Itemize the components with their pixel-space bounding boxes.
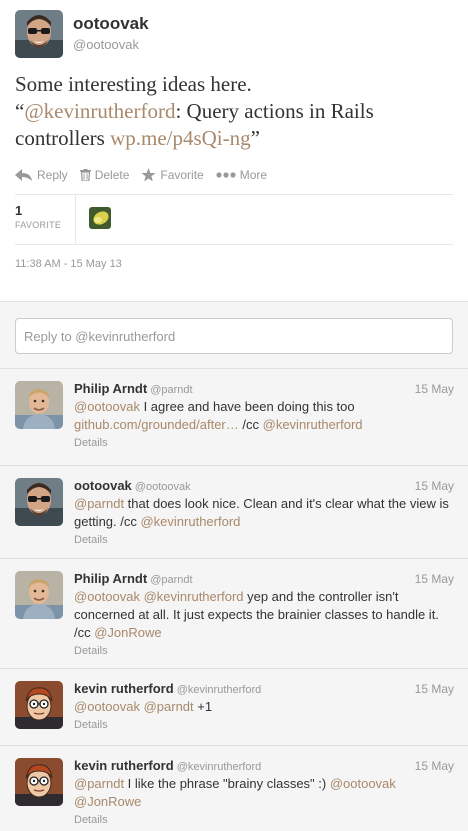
reply-label: Reply <box>37 168 68 182</box>
url-link[interactable]: github.com/grounded/after… <box>74 417 239 432</box>
reply-date[interactable]: 15 May <box>415 572 454 586</box>
favoriter-avatar[interactable] <box>89 207 111 229</box>
mention-link[interactable]: @parndt <box>74 776 124 791</box>
reply-text: @ootoovak I agree and have been doing th… <box>74 398 454 451</box>
mention-link[interactable]: @kevinrutherford <box>140 514 240 529</box>
tweet-mention-link[interactable]: @kevinrutherford <box>24 99 175 123</box>
details-link[interactable]: Details <box>74 532 454 548</box>
reply-tweet[interactable]: kevin rutherford @kevinrutherford 15 May … <box>0 668 468 745</box>
favorites-count[interactable]: 1 <box>15 203 22 218</box>
reply-button[interactable]: Reply <box>15 168 68 182</box>
delete-label: Delete <box>94 168 130 182</box>
favorite-label: Favorite <box>160 168 204 182</box>
details-link[interactable]: Details <box>74 643 454 659</box>
reply-author[interactable]: Philip Arndt @parndt <box>74 381 193 396</box>
reply-date[interactable]: 15 May <box>415 382 454 396</box>
reply-tweet[interactable]: Philip Arndt @parndt 15 May @ootoovak @ke… <box>0 558 468 668</box>
trash-icon <box>79 169 91 181</box>
tweet-actions: Reply Delete Favorite More <box>15 165 279 185</box>
reply-author-name[interactable]: Philip Arndt <box>74 381 147 396</box>
tweet-url-link[interactable]: wp.me/p4sQi-ng <box>110 126 251 150</box>
reply-tweet[interactable]: ootoovak @ootoovak 15 May @parndt that do… <box>0 465 468 558</box>
reply-text: @parndt I like the phrase "brainy classe… <box>74 775 454 828</box>
main-tweet: ootoovak @ootoovak Some interesting idea… <box>0 0 468 301</box>
mention-link[interactable]: @JonRowe <box>74 794 141 809</box>
details-link[interactable]: Details <box>74 812 454 828</box>
reply-author-name[interactable]: ootoovak <box>74 478 132 493</box>
reply-author-name[interactable]: Philip Arndt <box>74 571 147 586</box>
tweet-timestamp[interactable]: 11:38 AM - 15 May 13 <box>15 258 122 270</box>
reply-author-handle[interactable]: @ootoovak <box>135 481 191 493</box>
ootoovak-avatar[interactable] <box>15 478 63 526</box>
reply-text: @parndt that does look nice. Clean and i… <box>74 495 454 548</box>
replies-section: Philip Arndt@parndt 15 May @ootoovak I a… <box>0 301 468 831</box>
ootoovak-avatar[interactable] <box>15 10 63 58</box>
tweet-quote-open: “ <box>15 99 25 123</box>
kevin-avatar[interactable] <box>15 681 63 729</box>
reply-icon <box>15 169 32 181</box>
details-link[interactable]: Details <box>74 717 454 733</box>
kevin-avatar[interactable] <box>15 758 63 806</box>
reply-tweet[interactable]: kevin rutherford @kevinrutherford 15 May … <box>0 745 468 831</box>
philip-avatar[interactable] <box>15 571 63 619</box>
reply-text: @ootoovak @kevinrutherford yep and the c… <box>74 588 454 659</box>
more-button[interactable]: More <box>216 168 267 182</box>
more-dots-icon <box>216 172 236 178</box>
reply-author-handle[interactable]: @parndt <box>150 574 192 586</box>
tweet-stats: 1 FAVORITE <box>15 194 453 244</box>
reply-text-segment: I agree and have been doing this too <box>139 399 355 414</box>
star-icon <box>141 168 156 182</box>
reply-date[interactable]: 15 May <box>415 759 454 773</box>
reply-author[interactable]: kevin rutherford @kevinrutherford <box>74 758 261 773</box>
reply-author[interactable]: ootoovak @ootoovak <box>74 478 191 493</box>
favorite-button[interactable]: Favorite <box>141 168 204 182</box>
reply-date[interactable]: 15 May <box>415 682 454 696</box>
stats-separator <box>75 194 76 244</box>
tweet-author-name[interactable]: ootoovak <box>73 14 149 34</box>
mention-link[interactable]: @kevinrutherford <box>144 589 244 604</box>
reply-date[interactable]: 15 May <box>415 479 454 493</box>
reply-author-handle[interactable]: @kevinrutherford <box>177 761 262 773</box>
reply-text-segment: /cc <box>238 417 263 432</box>
reply-author-handle[interactable]: @parndt <box>150 384 192 396</box>
favorites-label: FAVORITE <box>15 220 62 230</box>
details-link[interactable]: Details <box>74 435 454 451</box>
philip-avatar[interactable] <box>15 381 63 429</box>
mention-link[interactable]: @kevinrutherford <box>263 417 363 432</box>
reply-author[interactable]: kevin rutherford @kevinrutherford <box>74 681 261 696</box>
divider <box>15 244 453 245</box>
tweet-quote-close: ” <box>250 126 260 150</box>
mention-link[interactable]: @ootoovak <box>330 776 396 791</box>
mention-link[interactable]: @JonRowe <box>94 625 161 640</box>
tweet-text: Some interesting ideas here. “@kevinruth… <box>15 71 455 152</box>
reply-author-handle[interactable]: @kevinrutherford <box>177 684 262 696</box>
mention-link[interactable]: @parndt <box>144 699 194 714</box>
tweet-text-line1: Some interesting ideas here. <box>15 72 252 96</box>
reply-author-name[interactable]: kevin rutherford <box>74 681 174 696</box>
more-label: More <box>239 168 268 182</box>
mention-link[interactable]: @ootoovak <box>74 699 140 714</box>
mention-link[interactable]: @ootoovak <box>74 589 140 604</box>
reply-text-segment: that does look nice. Clean and it's clea… <box>74 496 449 529</box>
reply-tweet[interactable]: Philip Arndt @parndt 15 May @ootoovak I a… <box>0 368 468 465</box>
tweet-author-handle[interactable]: @ootoovak <box>73 37 139 52</box>
reply-text: @ootoovak @parndt +1 Details <box>74 698 454 733</box>
reply-author-name[interactable]: kevin rutherford <box>74 758 174 773</box>
reply-author[interactable]: Philip Arndt @parndt <box>74 571 193 586</box>
reply-input[interactable] <box>15 318 453 354</box>
mention-link[interactable]: @parndt <box>74 496 124 511</box>
reply-text-segment: I like the phrase "brainy classes" :) <box>124 776 330 791</box>
delete-button[interactable]: Delete <box>79 168 130 182</box>
mention-link[interactable]: @ootoovak <box>74 399 140 414</box>
reply-text-segment: +1 <box>193 699 213 714</box>
